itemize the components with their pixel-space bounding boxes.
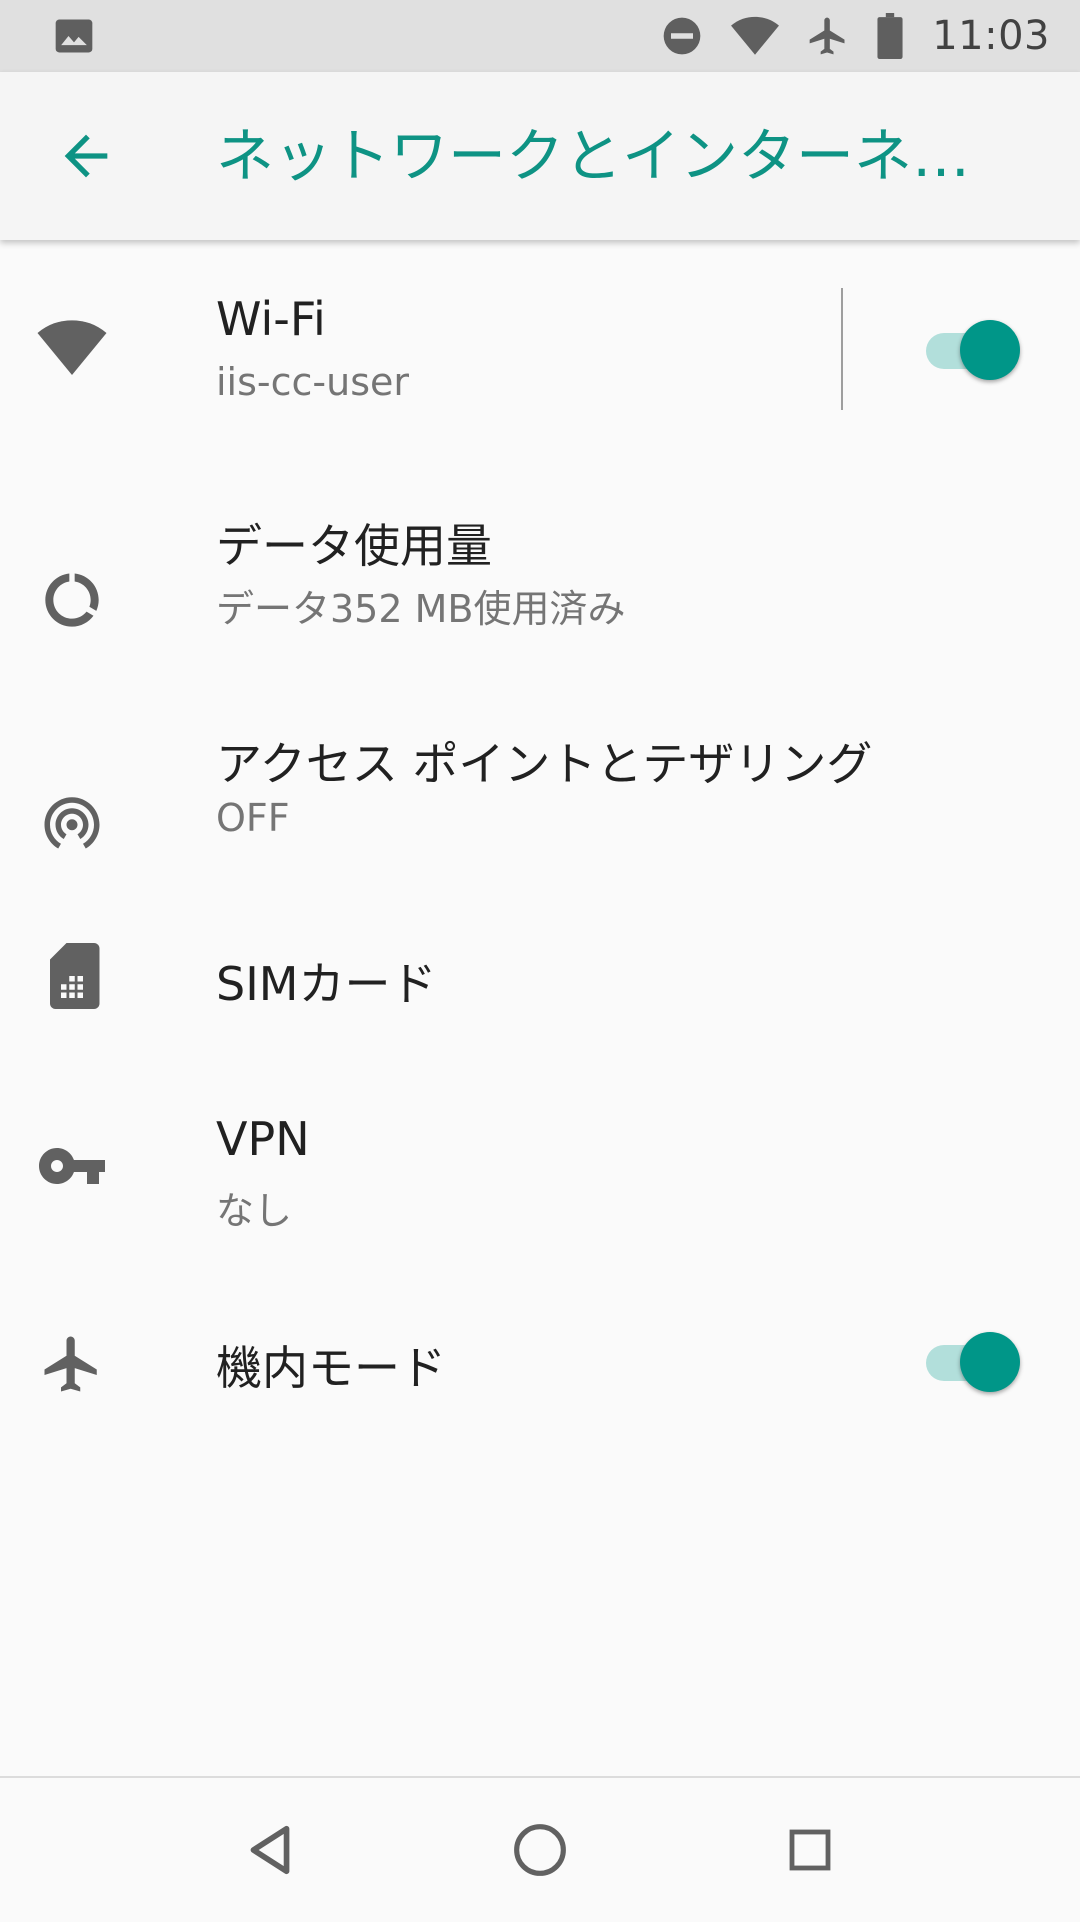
wifi-icon: [730, 15, 780, 57]
wifi-icon: [36, 312, 108, 384]
wifi-ssid: iis-cc-user: [216, 360, 410, 404]
setting-vpn[interactable]: VPN なし: [0, 1060, 1080, 1278]
sim-card-label: SIMカード: [216, 957, 437, 1011]
vpn-key-icon: [36, 1130, 108, 1202]
airplane-mode-label: 機内モード: [216, 1341, 446, 1395]
vpn-label: VPN: [216, 1112, 310, 1166]
navigation-bar: [0, 1776, 1080, 1922]
toggle-thumb: [960, 320, 1020, 380]
battery-icon: [876, 13, 904, 59]
data-usage-summary: データ352 MB使用済み: [216, 587, 626, 631]
hotspot-summary: OFF: [216, 796, 290, 840]
divider: [841, 288, 843, 410]
home-circle-icon[interactable]: [498, 1808, 582, 1892]
setting-hotspot[interactable]: アクセス ポイントとテザリング OFF: [0, 676, 1080, 894]
status-bar: 11:03: [0, 0, 1080, 72]
vpn-summary: なし: [216, 1189, 293, 1233]
wifi-toggle[interactable]: [920, 318, 1020, 382]
setting-airplane-mode[interactable]: 機内モード: [0, 1278, 1080, 1444]
sim-card-icon: [36, 940, 108, 1012]
clock: 11:03: [932, 13, 1050, 59]
arrow-back-icon[interactable]: [54, 124, 118, 188]
airplane-mode-toggle[interactable]: [920, 1330, 1020, 1394]
gallery-notification-icon: [52, 14, 96, 62]
app-bar: ネットワークとインターネ…: [0, 72, 1080, 240]
wifi-label: Wi-Fi: [216, 292, 326, 346]
data-usage-label: データ使用量: [216, 519, 492, 573]
setting-sim-card[interactable]: SIMカード: [0, 894, 1080, 1060]
do-not-disturb-icon: [660, 14, 704, 58]
hotspot-icon: [36, 786, 108, 858]
setting-data-usage[interactable]: データ使用量 データ352 MB使用済み: [0, 458, 1080, 676]
back-triangle-icon[interactable]: [228, 1808, 312, 1892]
setting-wifi[interactable]: Wi-Fi iis-cc-user: [0, 240, 1080, 458]
hotspot-label: アクセス ポイントとテザリング: [216, 737, 873, 791]
page-title: ネットワークとインターネ…: [216, 122, 971, 190]
toggle-thumb: [960, 1332, 1020, 1392]
data-usage-icon: [36, 564, 108, 636]
airplane-icon: [36, 1328, 108, 1400]
recents-square-icon[interactable]: [768, 1808, 852, 1892]
airplane-icon: [806, 14, 850, 58]
